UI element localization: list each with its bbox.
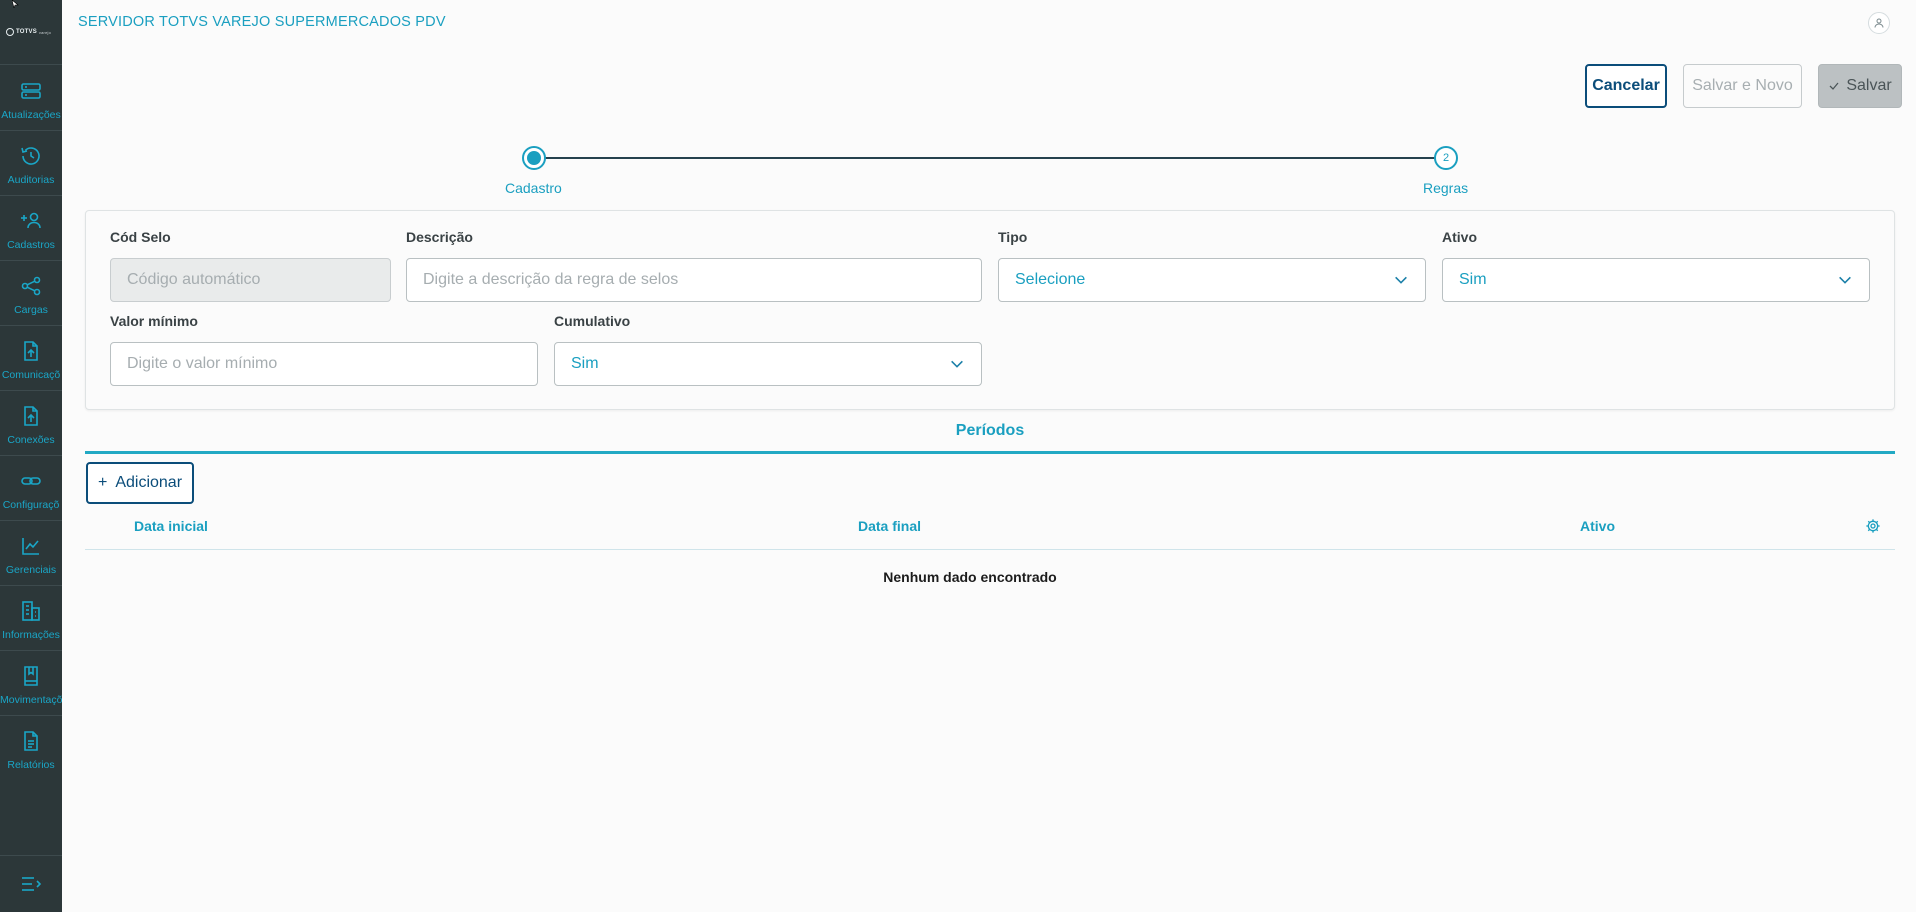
valor-minimo-input[interactable]: Digite o valor mínimo [110,342,538,386]
logo-text: TOTVS [16,29,37,35]
check-icon [1829,82,1839,90]
chevron-down-icon [951,360,963,368]
link-icon [21,477,41,485]
step-label-regras: Regras [1423,180,1469,196]
sidebar-item-cargas[interactable]: Cargas [0,260,62,325]
add-button-label: Adicionar [115,474,183,491]
gear-icon[interactable] [1865,518,1881,534]
form-panel: Cód Selo Código automático Descrição Dig… [85,210,1895,410]
tipo-select[interactable]: Selecione [998,258,1426,302]
page-title: SERVIDOR TOTVS VAREJO SUPERMERCADOS PDV [78,14,446,30]
logo-subtext: varejo [38,29,52,35]
save-button-label: Salvar [1846,77,1892,94]
ativo-select-value: Sim [1459,271,1487,288]
share-icon [21,276,41,296]
sidebar-item-label: Movimentaçõ [0,694,62,706]
cumulativo-label: Cumulativo [554,313,631,329]
save-and-new-button[interactable]: Salvar e Novo [1683,64,1802,108]
sidebar-item-cadastros[interactable]: Cadastros [0,195,62,260]
sidebar: TOTVS varejo Atualizações Auditorias Cad… [0,0,62,912]
document-icon [24,731,38,751]
mouse-cursor-icon [12,0,19,8]
sidebar-item-conexoes[interactable]: Conexões [0,390,62,455]
stepper-step-cadastro[interactable] [522,146,546,170]
tab-periodos[interactable]: Períodos [85,418,1895,454]
book-icon [24,666,38,686]
sidebar-item-atualizacoes[interactable]: Atualizações [0,65,62,130]
sidebar-divider [0,855,62,856]
table-header-divider [85,549,1895,550]
sidebar-item-label: Comunicaçõ [1,369,61,381]
ativo-select[interactable]: Sim [1442,258,1870,302]
plus-icon: + [97,474,108,491]
menu-collapse-icon[interactable] [19,872,43,896]
sidebar-item-label: Configuraçõ [2,499,60,511]
stepper-line [534,157,1444,159]
column-header-ativo[interactable]: Ativo [1580,518,1615,534]
sidebar-item-label: Conexões [7,434,55,446]
save-button[interactable]: Salvar [1818,64,1902,108]
tipo-select-value: Selecione [1015,271,1086,288]
ativo-label: Ativo [1442,229,1477,245]
sidebar-item-label: Auditorias [7,174,55,186]
cod-selo-label: Cód Selo [110,229,171,245]
chevron-down-icon [1395,276,1407,284]
history-icon [21,147,40,165]
sidebar-item-gerenciais[interactable]: Gerenciais [0,520,62,585]
cumulativo-select[interactable]: Sim [554,342,982,386]
file-upload-icon [24,341,38,361]
chevron-down-icon [1839,276,1851,284]
sidebar-item-label: Cargas [14,304,48,316]
step-label-cadastro: Cadastro [505,180,562,196]
sidebar-item-comunicacoes[interactable]: Comunicaçõ [0,325,62,390]
stepper-step-regras[interactable]: 2 [1434,146,1458,170]
chart-icon [22,538,39,555]
valor-minimo-label: Valor mínimo [110,313,198,329]
sidebar-item-label: Cadastros [7,239,55,251]
sidebar-item-label: Informações [2,629,60,641]
descricao-input[interactable]: Digite a descrição da regra de selos [406,258,982,302]
sidebar-item-informacoes[interactable]: Informações [0,585,62,650]
server-icon [21,83,41,99]
tipo-label: Tipo [998,229,1028,245]
column-header-data-final[interactable]: Data final [858,518,921,534]
sidebar-item-movimentacoes[interactable]: Movimentaçõ [0,650,62,715]
column-header-data-inicial[interactable]: Data inicial [134,518,208,534]
cod-selo-field: Código automático [110,258,391,302]
cancel-button[interactable]: Cancelar [1585,64,1667,108]
logo-ring-icon [6,28,14,36]
user-add-icon [21,212,41,229]
building-icon [22,601,40,621]
sidebar-item-relatorios[interactable]: Relatórios [0,715,62,780]
totvs-logo: TOTVS varejo [6,25,56,39]
add-period-button[interactable]: + Adicionar [86,462,194,504]
cumulativo-select-value: Sim [571,355,599,372]
file-upload-icon [24,406,38,426]
sidebar-item-label: Gerenciais [5,564,57,576]
sidebar-item-label: Atualizações [1,109,61,121]
sidebar-item-auditorias[interactable]: Auditorias [0,130,62,195]
descricao-label: Descrição [406,229,473,245]
sidebar-item-configuracoes[interactable]: Configuraçõ [0,455,62,520]
step-active-dot [527,151,541,165]
user-avatar-icon[interactable] [1868,12,1890,34]
sidebar-item-label: Relatórios [7,759,55,771]
empty-table-message: Nenhum dado encontrado [883,569,1057,585]
